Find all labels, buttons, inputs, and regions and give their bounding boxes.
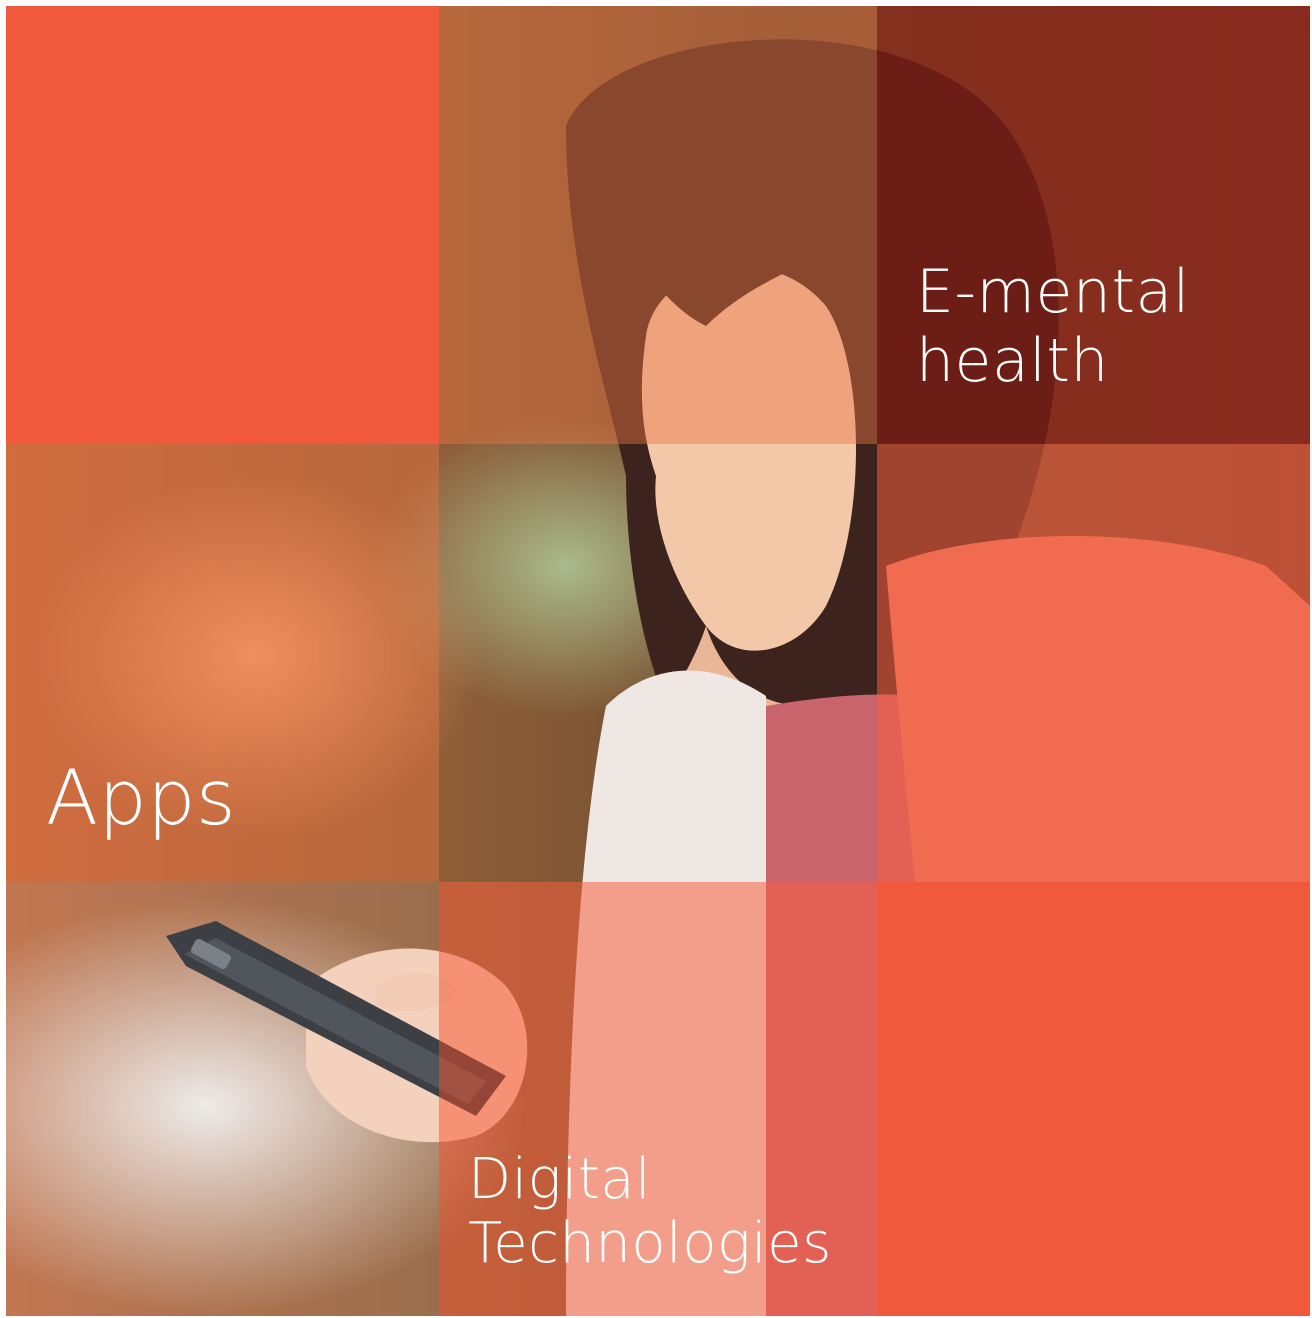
digital-technologies-line1: Digital: [468, 1147, 652, 1212]
e-mental-health-line2: health: [916, 326, 1109, 396]
digital-technologies-line2: Technologies: [468, 1211, 832, 1277]
e-mental-health-label: E-mental health: [916, 258, 1190, 396]
apps-label: Apps: [46, 753, 237, 842]
tile-top-left: [6, 6, 439, 444]
tile-center: [439, 444, 877, 882]
tile-bottom-left: [6, 882, 439, 1316]
tile-bottom-right: [877, 882, 1310, 1316]
digital-technologies-label: Digital Technologies: [468, 1147, 832, 1277]
tile-middle-right: [877, 444, 1310, 882]
tile-top-center: [439, 6, 877, 444]
cover-panel: E-mental health Apps Digital Technologie…: [6, 6, 1310, 1316]
e-mental-health-line1: E-mental: [916, 257, 1190, 327]
